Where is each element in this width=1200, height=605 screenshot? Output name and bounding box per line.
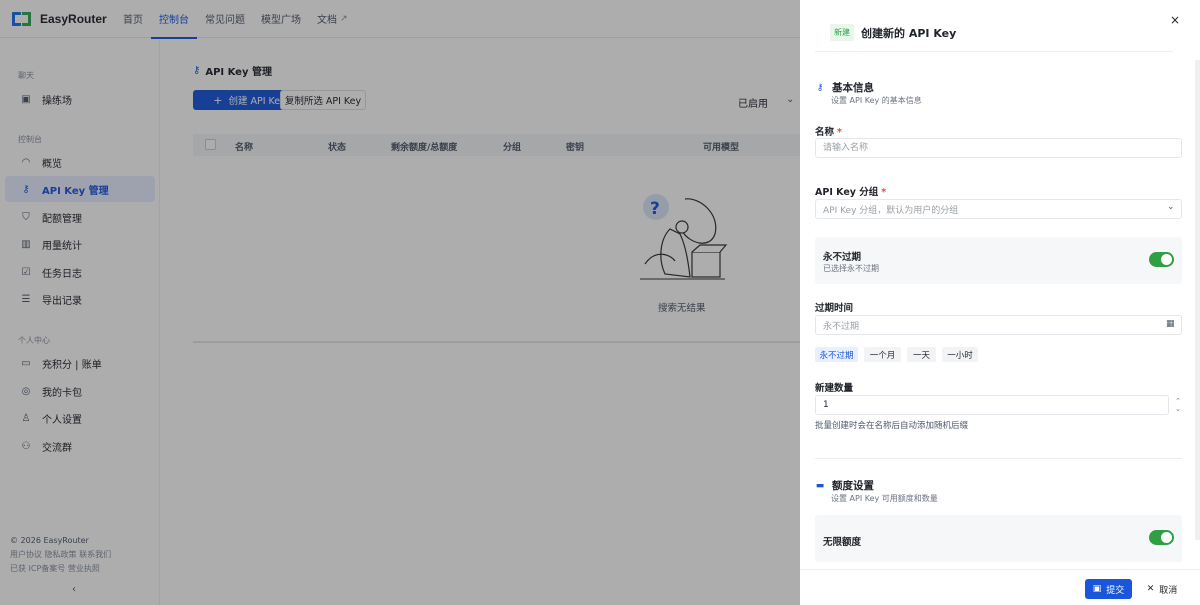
unlimited-quota-toggle[interactable] — [1149, 530, 1174, 545]
close-icon[interactable]: × — [1168, 13, 1182, 27]
header-divider — [815, 51, 1173, 52]
modal-overlay[interactable] — [0, 0, 800, 605]
drawer-footer: ▣ 提交 ✕ 取消 — [800, 569, 1200, 605]
count-value: 1 — [823, 400, 829, 410]
new-badge: 新建 — [830, 24, 854, 41]
cancel-label: 取消 — [1159, 585, 1178, 596]
never-expire-sub: 已选择永不过期 — [823, 264, 879, 273]
count-label: 新建数量 — [815, 383, 854, 394]
credit-card-icon: ▬ — [815, 480, 825, 491]
expire-time-input[interactable]: 永不过期 — [815, 315, 1182, 335]
cancel-button[interactable]: ✕ 取消 — [1142, 579, 1182, 599]
required-mark: * — [881, 187, 887, 198]
drawer-scrollbar[interactable] — [1195, 60, 1200, 540]
unlimited-quota-label: 无限额度 — [823, 537, 862, 548]
close-icon: ✕ — [1146, 584, 1155, 594]
required-mark: * — [837, 127, 842, 138]
quota-title: ▬ 额度设置 — [815, 478, 874, 493]
name-label-text: 名称 — [815, 127, 835, 138]
stepper-icon[interactable]: ⌃ ⌄ — [1175, 397, 1181, 413]
create-api-key-drawer: × 新建 创建新的 API Key ⚷ 基本信息 设置 API Key 的基本信息… — [800, 0, 1200, 605]
basic-info-subtitle: 设置 API Key 的基本信息 — [831, 96, 922, 105]
section-divider — [815, 458, 1182, 459]
expire-time-placeholder: 永不过期 — [823, 321, 860, 332]
key-icon: ⚷ — [816, 82, 824, 93]
never-expire-card: 永不过期 已选择永不过期 — [815, 237, 1182, 284]
group-select[interactable]: API Key 分组，默认为用户的分组 — [815, 199, 1182, 219]
group-select-placeholder: API Key 分组，默认为用户的分组 — [823, 205, 959, 216]
name-label: 名称 * — [815, 124, 842, 138]
never-expire-toggle[interactable] — [1149, 252, 1174, 267]
name-input[interactable] — [815, 138, 1182, 158]
group-label: API Key 分组 * — [815, 184, 886, 198]
count-input[interactable]: 1 — [815, 395, 1169, 415]
chevron-down-icon[interactable]: ⌄ — [1167, 202, 1175, 212]
quota-title-text: 额度设置 — [832, 480, 874, 492]
calendar-icon[interactable]: ▦ — [1166, 319, 1175, 329]
save-icon: ▣ — [1092, 584, 1102, 594]
toggle-knob — [1161, 532, 1172, 543]
quick-one-day[interactable]: 一天 — [907, 347, 936, 362]
drawer-header: 新建 创建新的 API Key — [830, 24, 956, 41]
submit-label: 提交 — [1106, 585, 1125, 596]
drawer-title: 创建新的 API Key — [861, 26, 957, 40]
group-label-text: API Key 分组 — [815, 187, 879, 198]
basic-info-title-text: 基本信息 — [832, 82, 874, 94]
toggle-knob — [1161, 254, 1172, 265]
quick-never[interactable]: 永不过期 — [815, 347, 858, 362]
expire-time-label: 过期时间 — [815, 303, 854, 314]
basic-info-title: ⚷ 基本信息 — [815, 80, 874, 95]
quota-subtitle: 设置 API Key 可用额度和数量 — [831, 494, 938, 503]
count-help: 批量创建时会在名称后自动添加随机后缀 — [815, 421, 969, 431]
quick-one-hour[interactable]: 一小时 — [942, 347, 978, 362]
quick-one-month[interactable]: 一个月 — [864, 347, 901, 362]
unlimited-quota-card: 无限额度 — [815, 515, 1182, 562]
never-expire-label: 永不过期 — [823, 252, 862, 263]
submit-button[interactable]: ▣ 提交 — [1085, 579, 1132, 599]
